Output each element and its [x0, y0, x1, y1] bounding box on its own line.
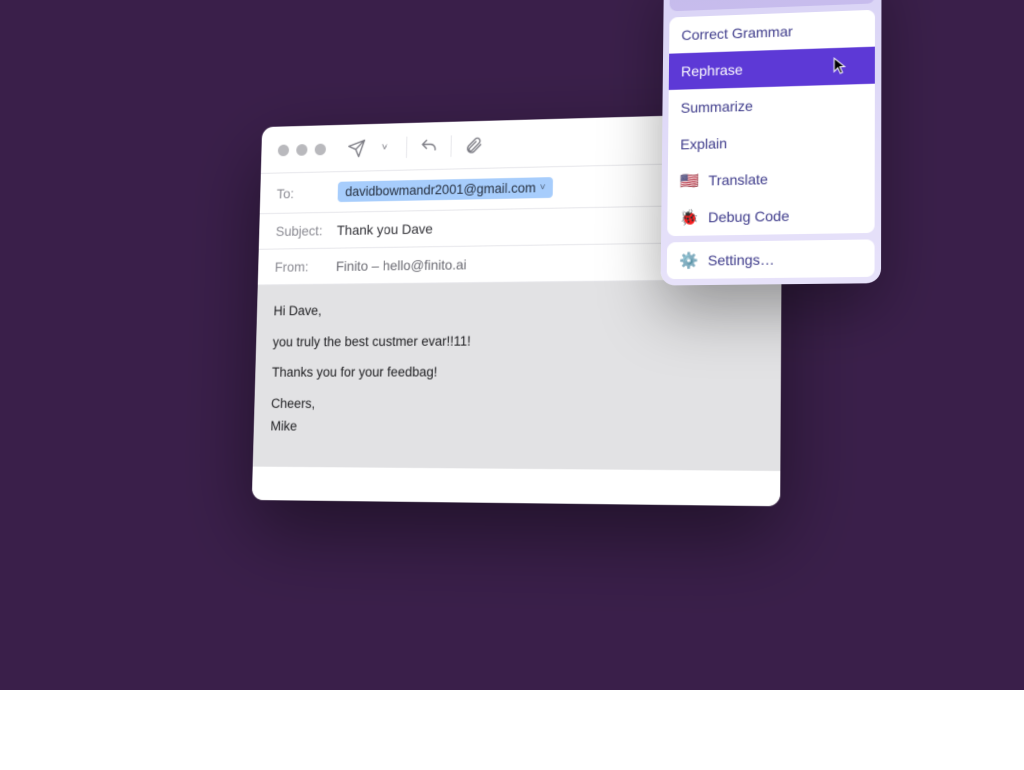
send-button[interactable]	[346, 138, 367, 160]
menu-item-label: Explain	[680, 135, 727, 152]
toolbar-separator	[450, 135, 451, 156]
menu-item-summarize[interactable]: Summarize	[668, 84, 875, 127]
toolbar-separator	[406, 137, 407, 158]
menu-item-explain[interactable]: Explain	[668, 121, 875, 163]
menu-item-label: Debug Code	[708, 208, 789, 226]
menu-item-label: Translate	[708, 171, 768, 189]
menu-item-label: Settings…	[708, 251, 775, 268]
body-line: Cheers,	[271, 393, 762, 415]
traffic-close-icon[interactable]	[278, 145, 289, 157]
menu-group-main: Correct Grammar Rephrase Summarize Expla…	[667, 10, 875, 237]
page-bottom-strip	[0, 690, 1024, 770]
body-line: Hi Dave,	[273, 296, 763, 322]
traffic-zoom-icon[interactable]	[315, 144, 326, 156]
menu-group-settings: ⚙️ Settings…	[667, 239, 875, 279]
body-line: Thanks you for your feedbag!	[272, 361, 763, 383]
send-dropdown[interactable]: ˅	[374, 137, 395, 159]
paper-plane-icon	[347, 139, 366, 159]
paperclip-icon	[464, 136, 483, 156]
ask-own-question-input[interactable]: Ask You Own Question	[670, 0, 876, 11]
bug-icon: 🐞	[680, 210, 699, 226]
flag-icon: 🇺🇸	[680, 173, 698, 189]
from-label: From:	[275, 258, 329, 274]
menu-item-translate[interactable]: 🇺🇸 Translate	[668, 158, 875, 199]
ai-context-menu: Ask You Own Question Correct Grammar Rep…	[661, 0, 882, 286]
subject-label: Subject:	[276, 223, 330, 239]
body-line: you truly the best custmer evar!!11!	[272, 328, 762, 352]
recipient-email: davidbowmandr2001@gmail.com	[345, 180, 536, 199]
recipient-pill[interactable]: davidbowmandr2001@gmail.com ˅	[338, 177, 554, 202]
menu-item-rephrase[interactable]: Rephrase	[669, 47, 875, 90]
menu-item-debug-code[interactable]: 🐞 Debug Code	[667, 196, 875, 237]
menu-item-label: Rephrase	[681, 61, 743, 79]
attach-button[interactable]	[463, 135, 484, 157]
reply-icon	[419, 137, 438, 157]
menu-item-settings[interactable]: ⚙️ Settings…	[667, 239, 875, 279]
body-line: Mike	[270, 416, 762, 440]
traffic-minimize-icon[interactable]	[296, 144, 307, 156]
email-body-textarea[interactable]: Hi Dave, you truly the best custmer evar…	[253, 280, 782, 471]
window-traffic-lights	[278, 144, 326, 157]
menu-item-label: Summarize	[681, 98, 753, 116]
from-value: Finito – hello@finito.ai	[336, 257, 467, 274]
chevron-down-icon: ˅	[540, 182, 546, 193]
mouse-cursor-icon	[833, 57, 848, 76]
subject-value: Thank you Dave	[337, 221, 433, 238]
gear-icon: ⚙️	[679, 253, 698, 269]
to-label: To:	[277, 184, 331, 201]
window-footer	[252, 467, 781, 507]
menu-item-label: Correct Grammar	[681, 23, 792, 43]
reply-button[interactable]	[418, 136, 439, 158]
menu-item-correct-grammar[interactable]: Correct Grammar	[669, 10, 875, 54]
